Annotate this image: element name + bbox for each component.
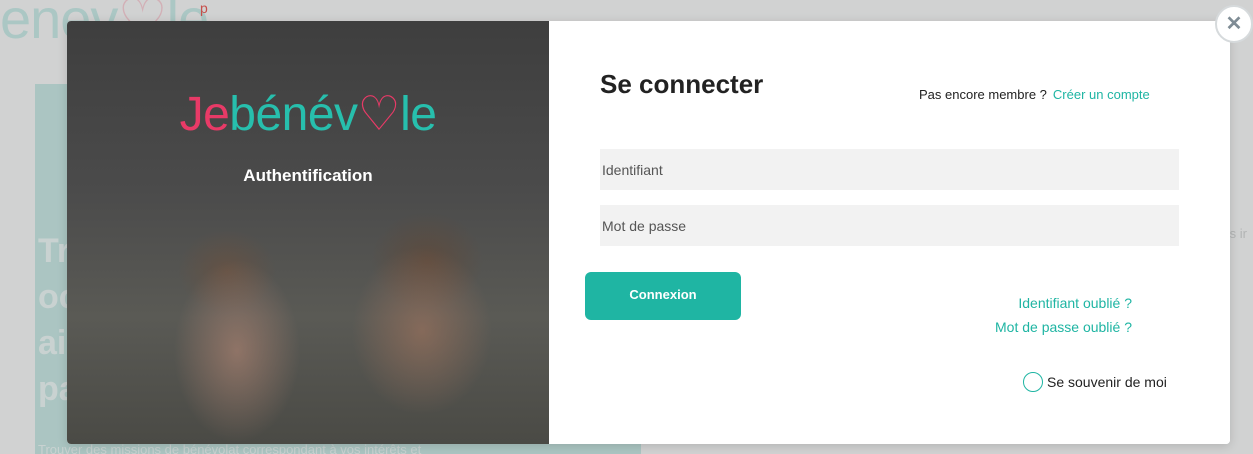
brand-logo: Jebénév♡le xyxy=(67,85,549,145)
password-input[interactable] xyxy=(600,205,1179,246)
modal-image-panel: Jebénév♡le Authentification xyxy=(67,21,549,444)
brand-logo-name-start: bénév xyxy=(229,88,358,141)
forgot-identifier-link[interactable]: Identifiant oublié ? xyxy=(1018,295,1132,311)
identifier-input[interactable] xyxy=(600,149,1179,190)
heart-icon: ♡ xyxy=(357,88,401,141)
forgot-password-link[interactable]: Mot de passe oublié ? xyxy=(995,319,1132,335)
brand-logo-name-end: le xyxy=(400,88,437,141)
login-modal: Jebénév♡le Authentification Se connecter… xyxy=(67,21,1230,444)
close-icon: ✕ xyxy=(1225,13,1243,35)
brand-logo-je: Je xyxy=(179,88,230,141)
signup-prompt: Pas encore membre ? Créer un compte xyxy=(919,87,1150,102)
remember-me-radio[interactable] xyxy=(1023,372,1043,392)
login-form-panel: Se connecter Pas encore membre ? Créer un… xyxy=(549,21,1230,444)
login-title: Se connecter xyxy=(600,69,764,99)
close-button[interactable]: ✕ xyxy=(1215,5,1253,43)
remember-me-option[interactable]: Se souvenir de moi xyxy=(1023,372,1167,392)
login-button[interactable]: Connexion xyxy=(585,272,741,320)
not-member-text: Pas encore membre ? xyxy=(919,87,1047,102)
create-account-link[interactable]: Créer un compte xyxy=(1053,87,1150,102)
authentication-title: Authentification xyxy=(243,166,373,185)
remember-me-label: Se souvenir de moi xyxy=(1047,374,1167,390)
